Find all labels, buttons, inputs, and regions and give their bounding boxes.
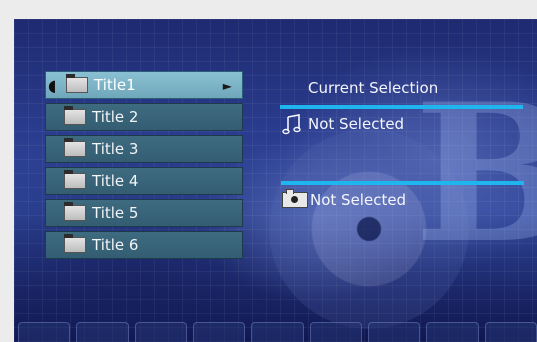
divider-line — [280, 105, 523, 109]
film-cell — [251, 322, 304, 342]
play-arrow-icon: ► — [222, 79, 232, 93]
film-strip — [14, 322, 537, 342]
film-cell — [484, 322, 537, 342]
film-cell — [192, 322, 246, 342]
film-cell — [134, 322, 187, 342]
title-item-3[interactable]: Title 3 — [45, 135, 243, 163]
audio-status-text: Not Selected — [308, 115, 405, 133]
selection-bracket-icon: ◖ — [48, 76, 57, 95]
title-item-1[interactable]: ◖ Title1 ► — [45, 71, 243, 99]
title-item-2[interactable]: Title 2 — [45, 103, 243, 131]
title-list: ◖ Title1 ► Title 2 Title 3 Title 4 Title… — [45, 71, 243, 263]
title-label: Title 4 — [92, 172, 139, 190]
title-item-6[interactable]: Title 6 — [45, 231, 243, 259]
title-label: Title1 — [94, 76, 136, 94]
title-label: Title 6 — [92, 236, 139, 254]
title-label: Title 3 — [92, 140, 139, 158]
camera-icon — [282, 189, 308, 208]
folder-icon — [66, 74, 88, 93]
current-selection-heading: Current Selection — [308, 79, 439, 97]
video-status-text: Not Selected — [310, 191, 407, 209]
folder-icon — [64, 170, 86, 189]
title-item-5[interactable]: Title 5 — [45, 199, 243, 227]
background-logo-graphic: B — [414, 62, 537, 285]
title-label: Title 5 — [92, 204, 139, 222]
audio-selection: Not Selected — [282, 113, 404, 135]
film-cell — [18, 322, 71, 342]
music-note-icon — [282, 114, 301, 135]
film-cell — [426, 322, 479, 342]
folder-icon — [64, 234, 86, 253]
folder-icon — [64, 106, 86, 125]
film-cell — [309, 322, 362, 342]
title-item-4[interactable]: Title 4 — [45, 167, 243, 195]
video-selection: Not Selected — [282, 189, 407, 209]
film-cell — [367, 322, 421, 342]
film-cell — [76, 322, 129, 342]
folder-icon — [64, 202, 86, 221]
divider-line — [281, 181, 524, 185]
folder-icon — [64, 138, 86, 157]
title-label: Title 2 — [92, 108, 139, 126]
dvd-menu-screen: B ◖ Title1 ► Title 2 Title 3 Title 4 Tit… — [14, 19, 537, 342]
